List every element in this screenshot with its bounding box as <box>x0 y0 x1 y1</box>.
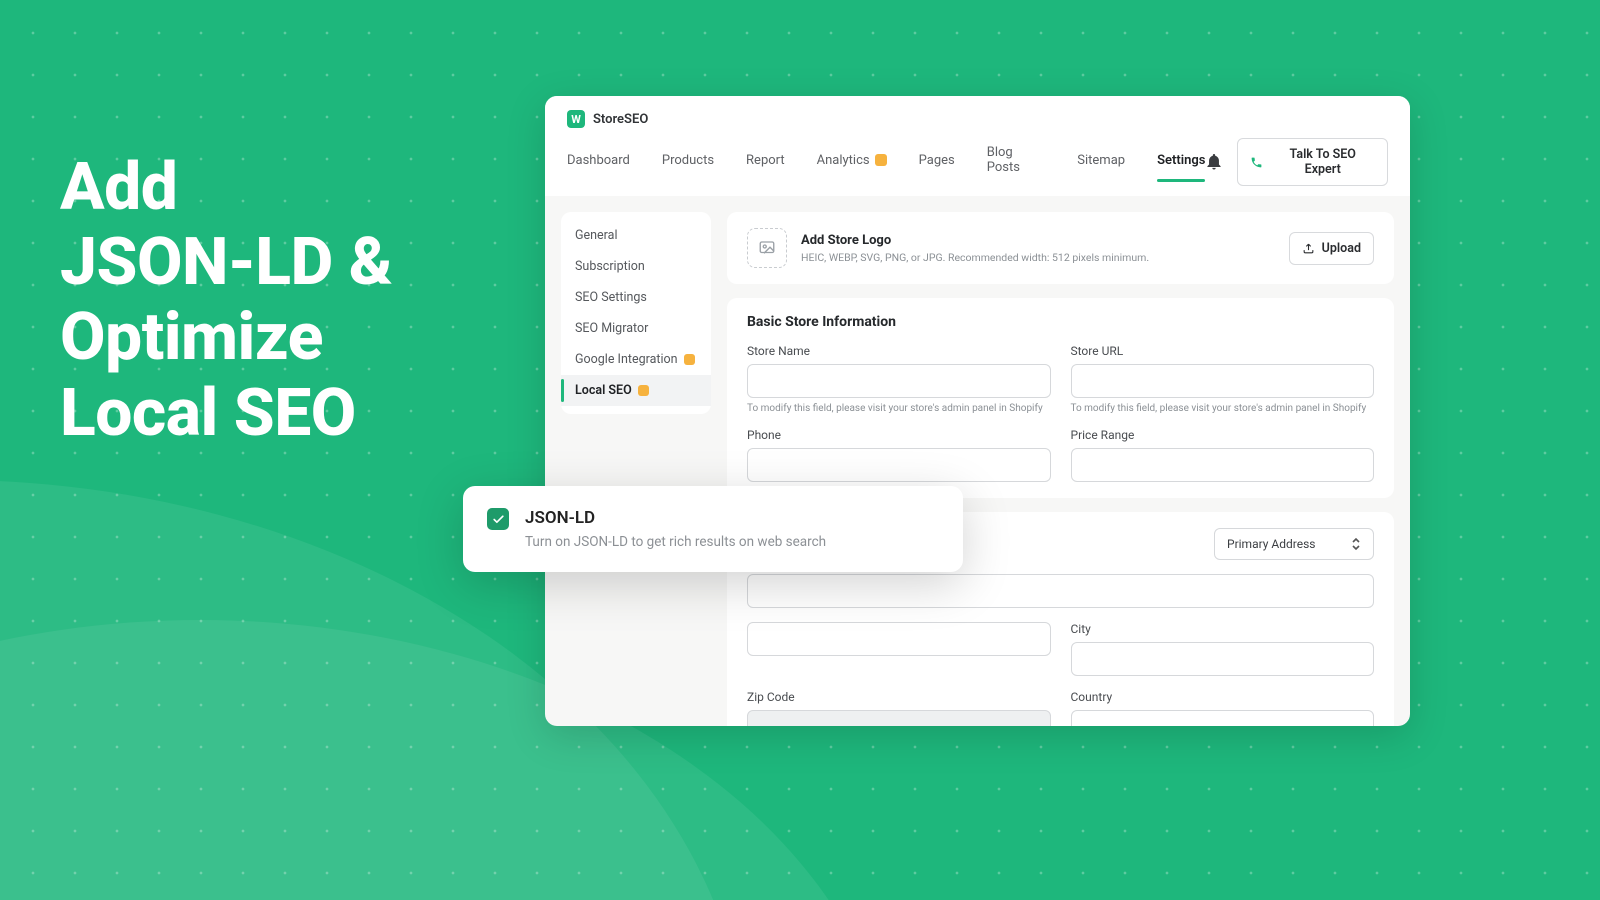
button-label: Talk To SEO Expert <box>1270 147 1375 177</box>
tab-analytics[interactable]: Analytics <box>817 153 887 182</box>
updown-icon <box>1351 537 1361 551</box>
new-badge-icon <box>638 385 649 396</box>
topbar: Dashboard Products Report Analytics Page… <box>567 138 1388 196</box>
sidebar-item-seo-settings[interactable]: SEO Settings <box>561 282 711 313</box>
field-label: Store Name <box>747 344 1051 358</box>
app-header: W StoreSEO Dashboard Products Report Ana… <box>545 96 1410 196</box>
field-help: To modify this field, please visit your … <box>747 403 1051 414</box>
tab-label: Pages <box>919 153 955 168</box>
tab-blog-posts[interactable]: Blog Posts <box>987 145 1046 189</box>
tab-label: Report <box>746 153 785 168</box>
country-input[interactable] <box>1071 710 1375 726</box>
headline-line4: Local SEO <box>60 376 392 451</box>
headline-line2: JSON-LD & <box>60 225 392 300</box>
app-body: General Subscription SEO Settings SEO Mi… <box>545 196 1410 726</box>
sidebar-item-general[interactable]: General <box>561 220 711 251</box>
tab-label: Settings <box>1157 153 1205 168</box>
phone-icon <box>1250 156 1263 169</box>
field-label: Store URL <box>1071 344 1375 358</box>
tab-label: Analytics <box>817 153 870 168</box>
basic-info-card: Basic Store Information Store Name To mo… <box>727 298 1394 498</box>
main-tabs: Dashboard Products Report Analytics Page… <box>567 145 1205 189</box>
tab-pages[interactable]: Pages <box>919 153 955 182</box>
json-ld-checkbox[interactable] <box>487 508 509 530</box>
sidebar-item-subscription[interactable]: Subscription <box>561 251 711 282</box>
field-store-url: Store URL To modify this field, please v… <box>1071 344 1375 414</box>
brand: W StoreSEO <box>567 110 1388 128</box>
field-phone: Phone <box>747 428 1051 482</box>
field-price-range: Price Range <box>1071 428 1375 482</box>
top-actions: Talk To SEO Expert <box>1205 138 1388 196</box>
logo-dropzone[interactable] <box>747 228 787 268</box>
field-label: Country <box>1071 690 1375 704</box>
headline-line3: Optimize <box>60 300 392 375</box>
phone-input[interactable] <box>747 448 1051 482</box>
field-zip: Zip Code <box>747 690 1051 726</box>
tab-label: Dashboard <box>567 153 630 168</box>
talk-to-expert-button[interactable]: Talk To SEO Expert <box>1237 138 1388 186</box>
logo-card-subtitle: HEIC, WEBP, SVG, PNG, or JPG. Recommende… <box>801 251 1149 264</box>
json-ld-title: JSON-LD <box>525 508 826 528</box>
store-name-input[interactable] <box>747 364 1051 398</box>
marketing-headline: Add JSON-LD & Optimize Local SEO <box>60 150 392 451</box>
field-label: Zip Code <box>747 690 1051 704</box>
sidebar-item-label: Local SEO <box>575 383 632 398</box>
sidebar-item-label: General <box>575 228 618 243</box>
tab-label: Products <box>662 153 714 168</box>
field-label: Price Range <box>1071 428 1375 442</box>
brand-logo-icon: W <box>567 110 585 128</box>
button-label: Upload <box>1322 241 1361 256</box>
sidebar-item-label: Google Integration <box>575 352 678 367</box>
sidebar-item-seo-migrator[interactable]: SEO Migrator <box>561 313 711 344</box>
state-input[interactable] <box>747 622 1051 656</box>
notifications-icon[interactable] <box>1205 153 1223 171</box>
field-country: Country <box>1071 690 1375 726</box>
address-selector[interactable]: Primary Address <box>1214 528 1374 560</box>
field-label: Phone <box>747 428 1051 442</box>
new-badge-icon <box>875 154 887 166</box>
tab-products[interactable]: Products <box>662 153 714 182</box>
main-content: Add Store Logo HEIC, WEBP, SVG, PNG, or … <box>727 212 1394 726</box>
field-city: City <box>1071 622 1375 676</box>
price-range-input[interactable] <box>1071 448 1375 482</box>
tab-settings[interactable]: Settings <box>1157 153 1205 182</box>
app-window: W StoreSEO Dashboard Products Report Ana… <box>545 96 1410 726</box>
tab-report[interactable]: Report <box>746 153 785 182</box>
street-input[interactable] <box>747 574 1374 608</box>
field-store-name: Store Name To modify this field, please … <box>747 344 1051 414</box>
json-ld-toggle-card: JSON-LD Turn on JSON-LD to get rich resu… <box>463 486 963 572</box>
city-input[interactable] <box>1071 642 1375 676</box>
field-state <box>747 622 1051 676</box>
brand-name: StoreSEO <box>593 112 648 127</box>
sidebar-item-label: Subscription <box>575 259 645 274</box>
sidebar-item-local-seo[interactable]: Local SEO <box>561 375 711 406</box>
headline-line1: Add <box>60 150 392 225</box>
json-ld-subtitle: Turn on JSON-LD to get rich results on w… <box>525 534 826 550</box>
tab-label: Sitemap <box>1077 153 1125 168</box>
section-title: Basic Store Information <box>747 314 1374 330</box>
sidebar-item-google-integration[interactable]: Google Integration <box>561 344 711 375</box>
field-label: City <box>1071 622 1375 636</box>
tab-dashboard[interactable]: Dashboard <box>567 153 630 182</box>
store-url-input[interactable] <box>1071 364 1375 398</box>
logo-card-title: Add Store Logo <box>801 233 1149 248</box>
new-badge-icon <box>684 354 695 365</box>
select-value: Primary Address <box>1227 537 1316 551</box>
store-logo-card: Add Store Logo HEIC, WEBP, SVG, PNG, or … <box>727 212 1394 284</box>
upload-icon <box>1302 242 1315 255</box>
sidebar-item-label: SEO Settings <box>575 290 647 305</box>
tab-label: Blog Posts <box>987 145 1046 175</box>
field-street <box>747 574 1374 608</box>
settings-sidebar: General Subscription SEO Settings SEO Mi… <box>561 212 711 414</box>
zip-input[interactable] <box>747 710 1051 726</box>
upload-button[interactable]: Upload <box>1289 232 1374 265</box>
sidebar-item-label: SEO Migrator <box>575 321 648 336</box>
field-help: To modify this field, please visit your … <box>1071 403 1375 414</box>
tab-sitemap[interactable]: Sitemap <box>1077 153 1125 182</box>
